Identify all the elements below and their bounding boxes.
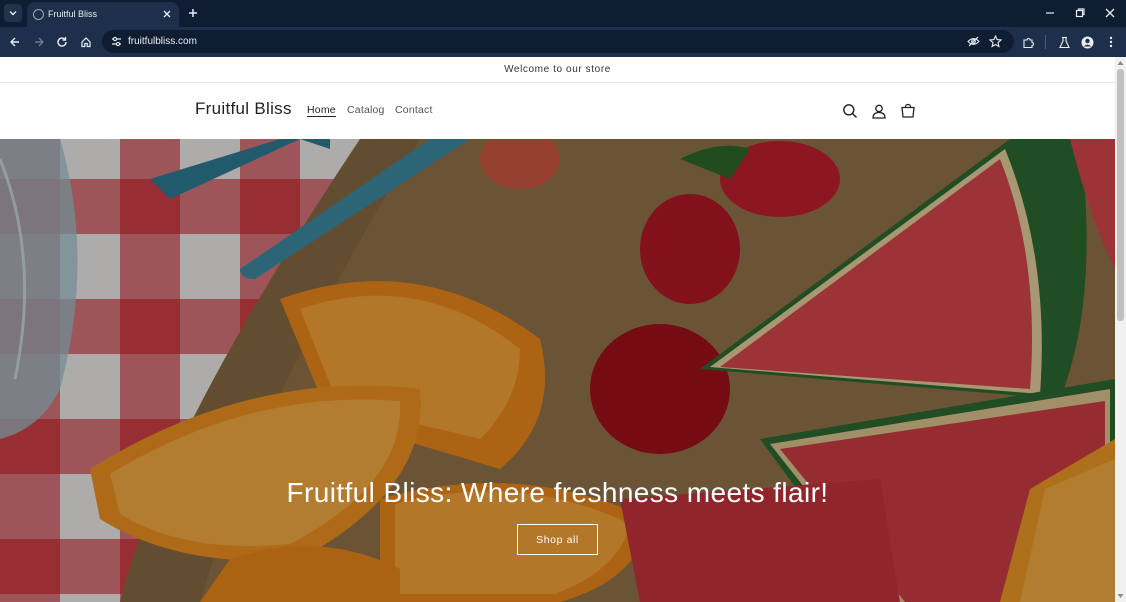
page-scrollbar[interactable] — [1115, 57, 1126, 602]
star-icon — [989, 35, 1002, 48]
close-icon — [163, 10, 171, 18]
close-icon — [1105, 8, 1115, 18]
eye-off-icon — [967, 36, 980, 47]
announcement-text: Welcome to our store — [504, 64, 611, 75]
account-button[interactable] — [869, 101, 889, 121]
back-arrow-icon — [10, 37, 19, 47]
cart-icon — [901, 103, 915, 118]
nav-link-home[interactable]: Home — [307, 104, 336, 116]
announcement-bar: Welcome to our store — [0, 57, 1115, 83]
plus-icon — [189, 9, 197, 17]
browser-tab[interactable]: Fruitful Bliss — [27, 2, 179, 27]
home-icon — [81, 37, 91, 48]
scroll-down-icon[interactable] — [1117, 593, 1124, 599]
tab-title: Fruitful Bliss — [48, 9, 98, 19]
minimize-button[interactable] — [1041, 4, 1059, 22]
forward-button[interactable] — [30, 33, 48, 51]
scroll-up-icon[interactable] — [1117, 60, 1124, 66]
globe-icon — [33, 9, 44, 20]
browser-toolbar: fruitfulbliss.com — [0, 27, 1126, 57]
tracking-protection-button[interactable] — [966, 34, 981, 49]
tab-close-button[interactable] — [160, 7, 174, 21]
store-logo[interactable]: Fruitful Bliss — [195, 99, 292, 119]
puzzle-icon — [1022, 37, 1034, 48]
tab-list-button[interactable] — [4, 4, 22, 22]
toolbar-separator — [1045, 35, 1046, 49]
profile-button[interactable] — [1078, 33, 1096, 51]
tab-strip: Fruitful Bliss — [0, 0, 1126, 27]
search-icon — [843, 104, 858, 119]
restore-button[interactable] — [1071, 4, 1089, 22]
scrollbar-thumb[interactable] — [1117, 69, 1124, 321]
labs-button[interactable] — [1055, 33, 1073, 51]
address-bar[interactable]: fruitfulbliss.com — [102, 30, 1014, 53]
account-icon — [872, 104, 886, 119]
browser-window: Fruitful Bliss fruitfulbliss.com Welcome… — [0, 0, 1126, 602]
tune-icon — [111, 36, 121, 46]
site-info-button[interactable] — [109, 34, 123, 48]
search-button[interactable] — [840, 101, 860, 121]
hero-banner: Fruitful Bliss: Where freshness meets fl… — [0, 139, 1115, 602]
home-button[interactable] — [77, 33, 95, 51]
flask-icon — [1058, 36, 1070, 48]
nav-link-catalog[interactable]: Catalog — [347, 104, 385, 116]
reload-icon — [57, 37, 67, 47]
minimize-icon — [1046, 12, 1054, 14]
close-window-button[interactable] — [1101, 4, 1119, 22]
shop-all-button[interactable]: Shop all — [517, 524, 598, 555]
new-tab-button[interactable] — [185, 5, 201, 21]
url-text: fruitfulbliss.com — [128, 36, 197, 47]
bookmark-button[interactable] — [988, 34, 1003, 49]
reload-button[interactable] — [53, 33, 71, 51]
cart-button[interactable] — [898, 101, 918, 121]
web-page: Welcome to our store Fruitful Bliss Home… — [0, 57, 1115, 602]
restore-icon — [1075, 8, 1085, 18]
back-button[interactable] — [6, 33, 24, 51]
store-header: Fruitful Bliss Home Catalog Contact — [0, 84, 1115, 139]
kebab-menu-icon — [1109, 36, 1113, 48]
profile-icon — [1081, 36, 1093, 48]
nav-link-contact[interactable]: Contact — [395, 104, 433, 116]
extensions-button[interactable] — [1019, 33, 1037, 51]
browser-menu-button[interactable] — [1102, 33, 1120, 51]
forward-arrow-icon — [35, 37, 44, 47]
hero-title: Fruitful Bliss: Where freshness meets fl… — [286, 477, 829, 508]
chevron-down-icon — [9, 11, 17, 16]
